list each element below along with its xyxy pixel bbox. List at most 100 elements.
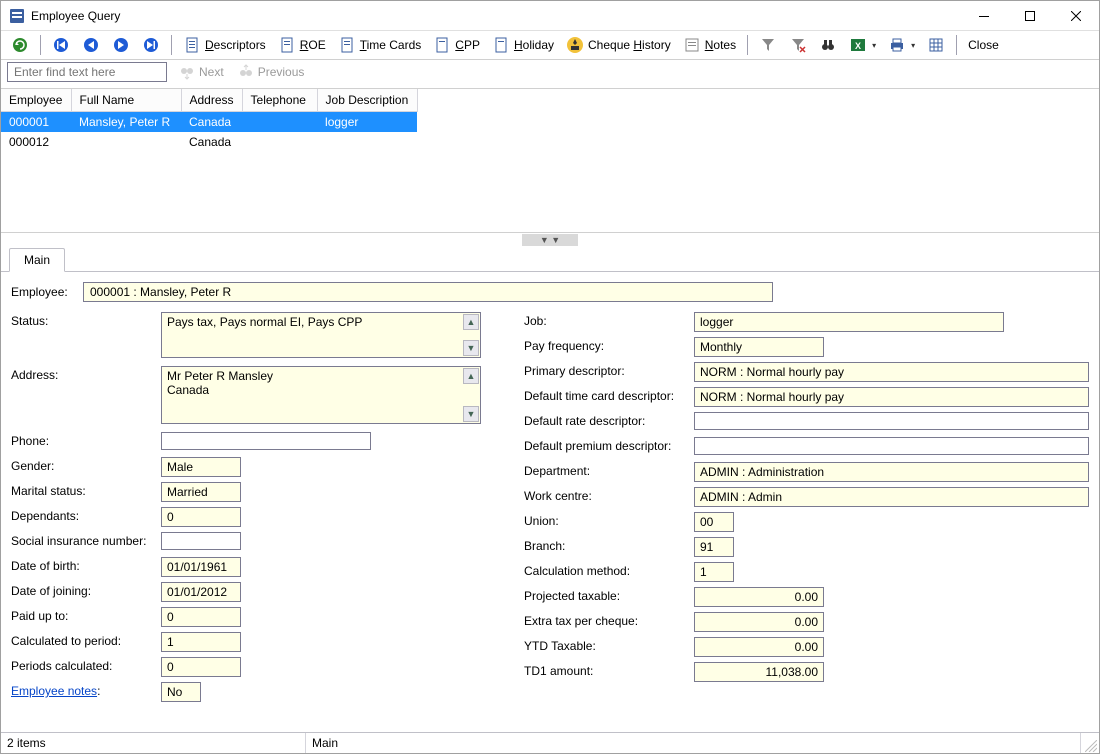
- roe-button[interactable]: ROE: [274, 34, 330, 56]
- cpp-label: CPP: [455, 38, 480, 52]
- filter2-button[interactable]: [785, 34, 811, 56]
- grid-button[interactable]: [923, 34, 949, 56]
- find-prev-label: Previous: [258, 65, 305, 79]
- resize-grip-icon[interactable]: [1081, 733, 1099, 753]
- col-fullname[interactable]: Full Name: [71, 89, 181, 112]
- branch-value: 91: [694, 537, 734, 557]
- dependants-label: Dependants:: [11, 507, 161, 523]
- excel-button[interactable]: X▾: [845, 34, 880, 56]
- payfreq-label: Pay frequency:: [524, 337, 694, 353]
- print-button[interactable]: ▾: [884, 34, 919, 56]
- projtax-label: Projected taxable:: [524, 587, 694, 603]
- titlebar: Employee Query: [1, 1, 1099, 31]
- grid-icon: [927, 36, 945, 54]
- table-row[interactable]: 000001Mansley, Peter RCanadalogger: [1, 112, 417, 133]
- address-value: Mr Peter R Mansley Canada ▲ ▼: [161, 366, 481, 424]
- timecards-button[interactable]: Time Cards: [334, 34, 426, 56]
- defaulttc-label: Default time card descriptor:: [524, 387, 694, 403]
- status-items: 2 items: [1, 733, 306, 753]
- scroll-down-icon[interactable]: ▼: [463, 340, 479, 356]
- find-input[interactable]: [7, 62, 167, 82]
- nav-next-button[interactable]: [108, 34, 134, 56]
- document-icon: [338, 36, 356, 54]
- periodscalc-label: Periods calculated:: [11, 657, 161, 673]
- defaulttc-value: NORM : Normal hourly pay: [694, 387, 1089, 407]
- maximize-button[interactable]: [1007, 1, 1053, 31]
- binoculars-button[interactable]: [815, 34, 841, 56]
- close-window-button[interactable]: [1053, 1, 1099, 31]
- scroll-up-icon[interactable]: ▲: [463, 368, 479, 384]
- close-button[interactable]: Close: [964, 36, 1003, 54]
- calcmethod-value: 1: [694, 562, 734, 582]
- funnel-icon: [759, 36, 777, 54]
- calcmethod-label: Calculation method:: [524, 562, 694, 578]
- find-prev-button[interactable]: Previous: [236, 62, 307, 82]
- nav-next-icon: [112, 36, 130, 54]
- scroll-down-icon[interactable]: ▼: [463, 406, 479, 422]
- col-telephone[interactable]: Telephone: [242, 89, 317, 112]
- table-row[interactable]: 000012Canada: [1, 132, 417, 152]
- grid-header-row: Employee Full Name Address Telephone Job…: [1, 89, 417, 112]
- nav-last-button[interactable]: [138, 34, 164, 56]
- periodscalc-value: 0: [161, 657, 241, 677]
- cheque-icon: [566, 36, 584, 54]
- col-jobdesc[interactable]: Job Description: [317, 89, 417, 112]
- union-label: Union:: [524, 512, 694, 528]
- dropdown-chevron-icon: ▾: [911, 41, 915, 50]
- workcentre-value: ADMIN : Admin: [694, 487, 1089, 507]
- calcto-value: 1: [161, 632, 241, 652]
- descriptors-button[interactable]: Descriptors: [179, 34, 270, 56]
- td1-value: 11,038.00: [694, 662, 824, 682]
- left-column: Status: Pays tax, Pays normal EI, Pays C…: [11, 312, 494, 707]
- sin-value: [161, 532, 241, 550]
- holiday-button[interactable]: Holiday: [488, 34, 558, 56]
- employee-value: 000001 : Mansley, Peter R: [83, 282, 773, 302]
- defaultprem-label: Default premium descriptor:: [524, 437, 694, 453]
- dependants-value: 0: [161, 507, 241, 527]
- col-employee[interactable]: Employee: [1, 89, 71, 112]
- job-label: Job:: [524, 312, 694, 328]
- employee-notes-link[interactable]: Employee notes: [11, 684, 97, 698]
- refresh-icon: [11, 36, 29, 54]
- nav-first-icon: [52, 36, 70, 54]
- funnel-clear-icon: [789, 36, 807, 54]
- nav-prev-button[interactable]: [78, 34, 104, 56]
- timecards-label: Time Cards: [360, 38, 422, 52]
- marital-label: Marital status:: [11, 482, 161, 498]
- minimize-button[interactable]: [961, 1, 1007, 31]
- dob-label: Date of birth:: [11, 557, 161, 573]
- gender-value: Male: [161, 457, 241, 477]
- binoculars-icon: [819, 36, 837, 54]
- holiday-label: Holiday: [514, 38, 554, 52]
- col-address[interactable]: Address: [181, 89, 242, 112]
- employee-grid[interactable]: Employee Full Name Address Telephone Job…: [1, 88, 1099, 233]
- dept-label: Department:: [524, 462, 694, 478]
- scroll-up-icon[interactable]: ▲: [463, 314, 479, 330]
- notes-label: Notes: [705, 38, 736, 52]
- nav-last-icon: [142, 36, 160, 54]
- splitter[interactable]: ▼ ▼: [1, 233, 1099, 247]
- employee-label: Employee:: [11, 285, 75, 299]
- find-next-button[interactable]: Next: [177, 62, 226, 82]
- address-label: Address:: [11, 366, 161, 382]
- union-value: 00: [694, 512, 734, 532]
- workcentre-label: Work centre:: [524, 487, 694, 503]
- branch-label: Branch:: [524, 537, 694, 553]
- filter1-button[interactable]: [755, 34, 781, 56]
- notes-button[interactable]: Notes: [679, 34, 740, 56]
- chequehistory-button[interactable]: Cheque History: [562, 34, 675, 56]
- tab-main[interactable]: Main: [9, 248, 65, 272]
- cpp-button[interactable]: CPP: [429, 34, 484, 56]
- doj-value: 01/01/2012: [161, 582, 241, 602]
- toolbar: Descriptors ROE Time Cards CPP Holiday C…: [1, 31, 1099, 60]
- primdesc-label: Primary descriptor:: [524, 362, 694, 378]
- status-value: Pays tax, Pays normal EI, Pays CPP ▲ ▼: [161, 312, 481, 358]
- notes-icon: [683, 36, 701, 54]
- defaultprem-value: [694, 437, 1089, 455]
- splitter-grip-icon: ▼ ▼: [522, 234, 578, 246]
- right-column: Job: logger Pay frequency: Monthly Prima…: [524, 312, 1089, 707]
- close-label: Close: [968, 38, 999, 52]
- nav-first-button[interactable]: [48, 34, 74, 56]
- empnotes-label[interactable]: Employee notes:: [11, 682, 161, 698]
- refresh-button[interactable]: [7, 34, 33, 56]
